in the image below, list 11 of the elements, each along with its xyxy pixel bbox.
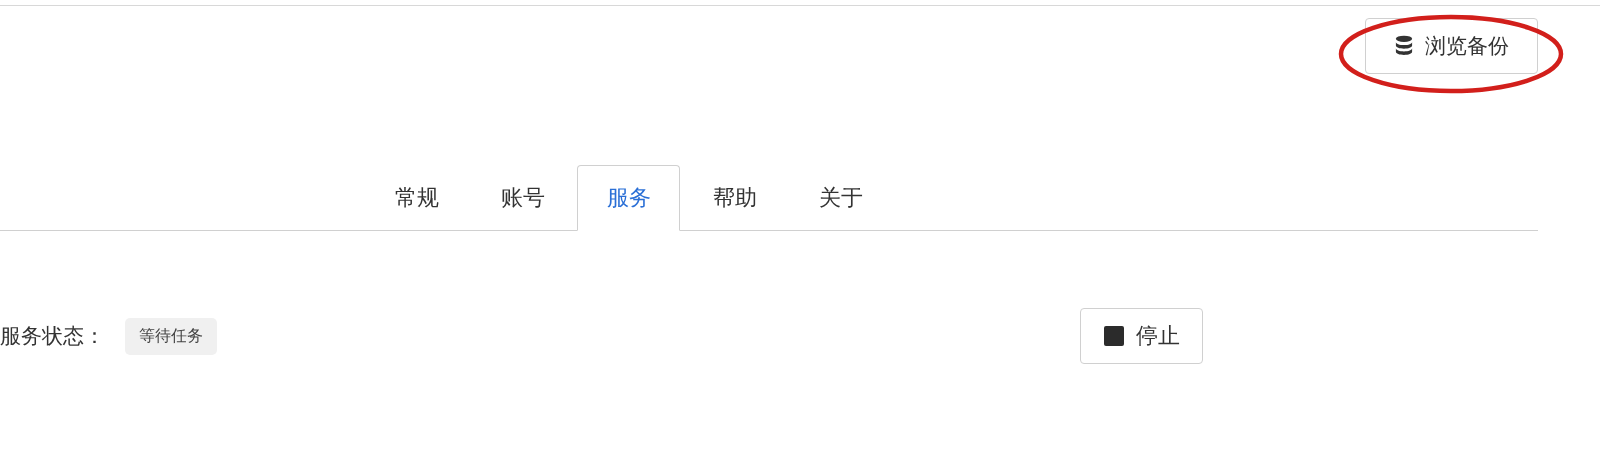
tab[interactable]: 服务 [577, 165, 680, 231]
tab[interactable]: 常规 [365, 165, 468, 231]
tab[interactable]: 关于 [789, 165, 892, 231]
database-icon [1394, 35, 1413, 57]
stop-button[interactable]: 停止 [1080, 308, 1203, 364]
status-label: 服务状态： [0, 323, 105, 350]
stop-icon [1103, 326, 1124, 346]
browse-backup-button[interactable]: 浏览备份 [1365, 18, 1538, 74]
tab[interactable]: 账号 [471, 165, 574, 231]
status-badge: 等待任务 [125, 317, 217, 355]
tab[interactable]: 帮助 [683, 165, 786, 231]
